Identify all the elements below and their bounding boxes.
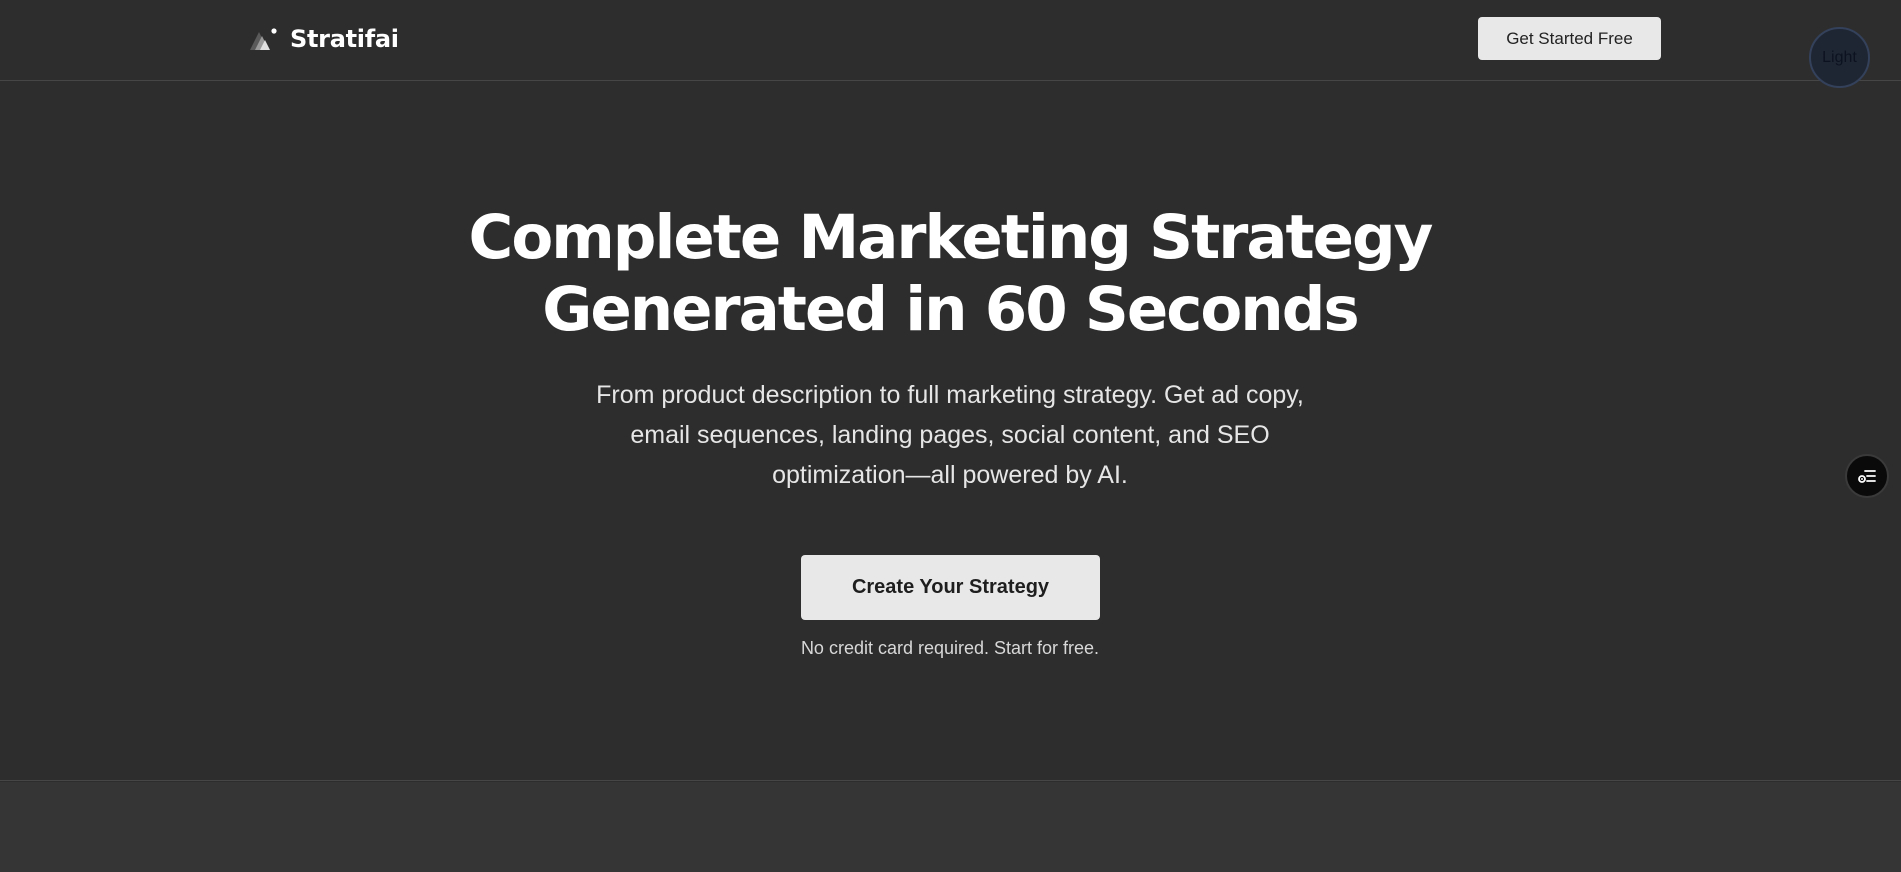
hero-note: No credit card required. Start for free. xyxy=(800,638,1100,658)
get-started-free-button[interactable]: Get Started Free xyxy=(1478,17,1661,60)
hero-title-line-2: Generated in 60 Seconds xyxy=(542,274,1359,345)
hero-title: Complete Marketing Strategy Generated in… xyxy=(350,202,1550,346)
create-your-strategy-button[interactable]: Create Your Strategy xyxy=(801,555,1100,620)
lower-section xyxy=(0,782,1901,872)
settings-widget-button[interactable] xyxy=(1845,454,1889,498)
hero-title-line-1: Complete Marketing Strategy xyxy=(468,202,1434,273)
hero-subtitle: From product description to full marketi… xyxy=(596,381,1304,489)
brand[interactable]: Stratifai xyxy=(248,22,399,56)
brand-name: Stratifai xyxy=(290,25,399,53)
triangle-layers-logo-icon xyxy=(250,28,277,50)
hero-section: Complete Marketing Strategy Generated in… xyxy=(0,82,1901,781)
page: Stratifai Get Started Free Light Complet… xyxy=(0,0,1901,872)
site-header: Stratifai Get Started Free Light xyxy=(0,0,1901,88)
settings-list-icon xyxy=(1858,470,1876,483)
theme-toggle-button[interactable]: Light xyxy=(1809,27,1870,88)
